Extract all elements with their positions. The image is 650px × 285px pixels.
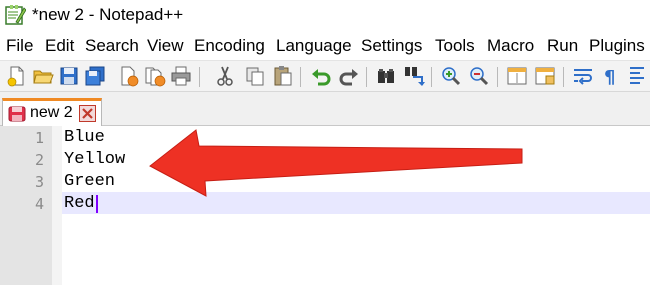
tab-new-2[interactable]: new 2 <box>2 98 102 126</box>
menu-search[interactable]: Search <box>85 36 139 56</box>
toolbar-separator <box>431 67 432 87</box>
new-file-icon[interactable] <box>6 65 28 87</box>
editor-area[interactable]: 1 2 3 4 Blue Yellow Green Red <box>0 126 650 285</box>
sync-vertical-icon[interactable] <box>506 65 528 87</box>
modified-file-icon <box>8 106 26 122</box>
toolbar-separator <box>497 67 498 87</box>
window-title: *new 2 - Notepad++ <box>32 5 184 24</box>
line-number: 3 <box>34 173 44 191</box>
title-bar: *new 2 - Notepad++ <box>0 0 650 34</box>
tab-close-icon[interactable] <box>79 105 96 122</box>
cut-icon[interactable] <box>214 65 236 87</box>
menu-file[interactable]: File <box>6 36 33 56</box>
menu-macro[interactable]: Macro <box>487 36 534 56</box>
svg-text:¶: ¶ <box>604 67 615 87</box>
undo-icon[interactable] <box>310 65 332 87</box>
word-wrap-icon[interactable] <box>572 65 594 87</box>
line-number: 1 <box>34 129 44 147</box>
menu-encoding[interactable]: Encoding <box>194 36 265 56</box>
open-file-icon[interactable] <box>32 65 54 87</box>
paste-icon[interactable] <box>272 65 294 87</box>
menu-bar: File Edit Search View Encoding Language … <box>0 34 650 60</box>
code-line[interactable]: Blue <box>64 127 105 149</box>
menu-tools[interactable]: Tools <box>435 36 475 56</box>
code-line[interactable]: Green <box>64 171 115 193</box>
toolbar: ¶ <box>0 60 650 92</box>
tab-label: new 2 <box>30 104 73 121</box>
toolbar-separator <box>366 67 367 87</box>
fold-margin <box>52 126 62 285</box>
line-number: 2 <box>34 151 44 169</box>
line-number: 4 <box>34 195 44 213</box>
sync-horizontal-icon[interactable] <box>534 65 556 87</box>
notepadplusplus-logo-icon <box>5 5 26 25</box>
code-line[interactable]: Yellow <box>64 149 125 171</box>
current-line-highlight <box>62 192 650 214</box>
tab-bar: new 2 <box>0 92 650 126</box>
menu-settings[interactable]: Settings <box>361 36 422 56</box>
indent-guide-icon[interactable] <box>626 65 648 87</box>
close-icon[interactable] <box>118 65 140 87</box>
menu-plugins[interactable]: Plugins <box>589 36 645 56</box>
menu-edit[interactable]: Edit <box>45 36 74 56</box>
zoom-in-icon[interactable] <box>440 65 462 87</box>
redo-icon[interactable] <box>338 65 360 87</box>
text-caret <box>96 195 98 213</box>
save-all-icon[interactable] <box>84 65 106 87</box>
close-all-icon[interactable] <box>144 65 166 87</box>
code-line[interactable]: Red <box>64 193 95 215</box>
menu-view[interactable]: View <box>147 36 184 56</box>
save-icon[interactable] <box>58 65 80 87</box>
zoom-out-icon[interactable] <box>468 65 490 87</box>
menu-language[interactable]: Language <box>276 36 352 56</box>
toolbar-separator <box>563 67 564 87</box>
show-all-chars-icon[interactable]: ¶ <box>600 65 622 87</box>
toolbar-separator <box>199 67 200 87</box>
replace-icon[interactable] <box>403 65 425 87</box>
copy-icon[interactable] <box>244 65 266 87</box>
print-icon[interactable] <box>170 65 192 87</box>
find-icon[interactable] <box>375 65 397 87</box>
menu-run[interactable]: Run <box>547 36 578 56</box>
toolbar-separator <box>300 67 301 87</box>
